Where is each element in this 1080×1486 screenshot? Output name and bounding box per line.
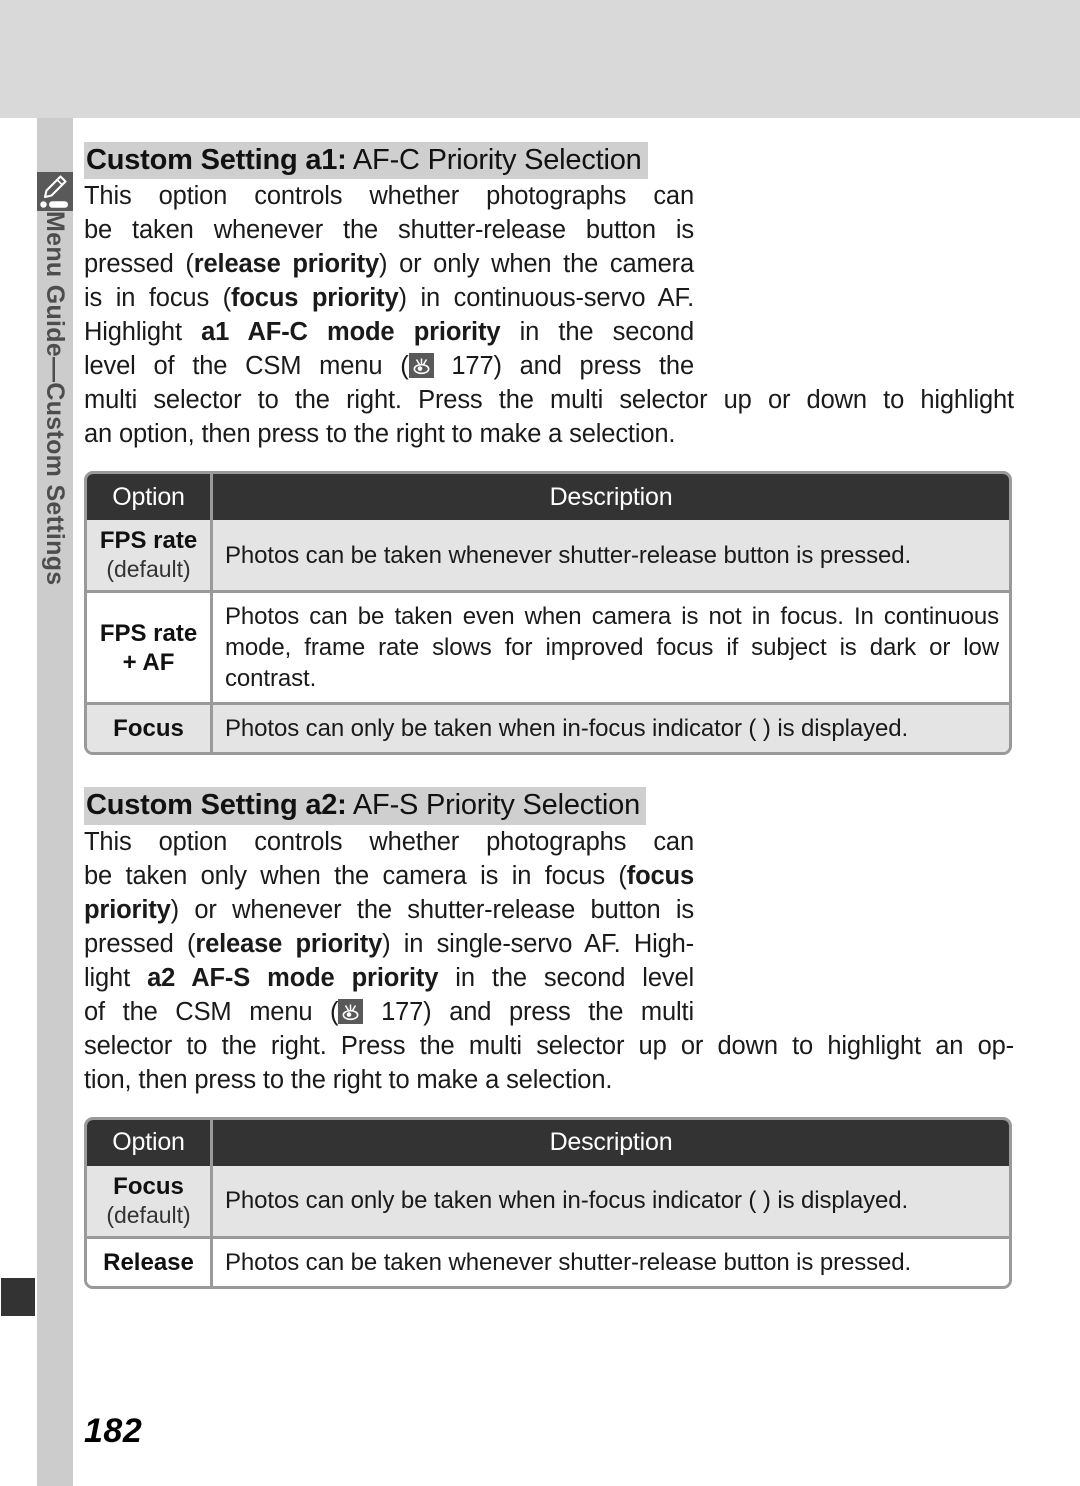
paragraph-line: tion, then press to the right to make a …	[84, 1065, 613, 1094]
table-row: Focus (default) Photos can only be taken …	[87, 1165, 1009, 1236]
options-table-a1-wrap: Option Description FPS rate (default) Pho…	[84, 471, 1014, 756]
paragraph-line: multi selector to the right. Press the m…	[84, 386, 1014, 415]
paragraph-line: of the CSM menu ( 177) and press the mul…	[84, 997, 694, 1026]
paragraph-a2: This option controls whether photographs…	[84, 825, 1014, 1097]
paragraph-line: pressed (release priority) or only when …	[84, 250, 695, 279]
options-table-a1: Option Description FPS rate (default) Pho…	[84, 471, 1012, 756]
paragraph-line: This option controls whether photographs…	[84, 827, 694, 856]
paragraph-a1: This option controls whether photographs…	[84, 179, 1014, 451]
paragraph-line: pressed (release priority) in single-ser…	[84, 929, 695, 958]
description-cell: Photos can be taken whenever shutter-rel…	[213, 520, 1009, 591]
page-top-band	[0, 0, 1080, 118]
table-header-row: Option Description	[87, 474, 1009, 521]
paragraph-line: Highlight a1 AF-C mode priority in the s…	[84, 318, 695, 347]
section-heading-a2: Custom Setting a2: AF-S Priority Selecti…	[84, 787, 647, 825]
option-cell: Focus	[87, 702, 213, 753]
paragraph-line: light a2 AF-S mode priority in the secon…	[84, 963, 694, 992]
table-row: FPS rate + AF Photos can be taken even wh…	[87, 590, 1009, 703]
description-cell: Photos can be taken even when camera is …	[213, 590, 1009, 703]
option-label: FPS rate	[99, 527, 198, 555]
description-cell: Photos can only be taken when in-focus i…	[213, 1165, 1009, 1236]
description-cell: Photos can be taken whenever shutter-rel…	[213, 1235, 1009, 1286]
page-reference-eye-icon	[338, 998, 364, 1024]
section-tab: Menu Guide—Custom Settings	[37, 211, 73, 611]
option-cell: FPS rate + AF	[87, 590, 213, 703]
option-label: Focus	[113, 715, 184, 743]
paragraph-line: selector to the right. Press the multi s…	[84, 1031, 1014, 1060]
table-row: Release Photos can be taken whenever shu…	[87, 1235, 1009, 1286]
page-reference-eye-icon	[408, 353, 434, 379]
option-label: Focus	[113, 1172, 184, 1200]
heading-rest-a2: AF-S Priority Selection	[346, 789, 641, 822]
section-heading-a1: Custom Setting a1: AF-C Priority Selecti…	[84, 142, 648, 180]
paragraph-line: be taken only when the camera is in focu…	[84, 861, 694, 890]
option-label: Release	[103, 1248, 194, 1276]
option-default-note: (default)	[106, 1201, 191, 1228]
option-label: FPS rate	[99, 619, 198, 647]
options-table-a2: Option Description Focus (default) Photos…	[84, 1116, 1012, 1289]
page-number: 182	[84, 1412, 143, 1450]
table-row: FPS rate (default) Photos can be taken wh…	[87, 520, 1009, 591]
option-label-second-line: + AF	[122, 648, 175, 676]
column-header-description: Description	[213, 474, 1009, 521]
option-default-note: (default)	[106, 556, 191, 583]
options-table-a2-wrap: Option Description Focus (default) Photos…	[84, 1116, 1014, 1289]
paragraph-line: be taken whenever the shutter-release bu…	[84, 216, 694, 245]
option-cell: Focus (default)	[87, 1165, 213, 1236]
paragraph-line: an option, then press to the right to ma…	[84, 420, 676, 449]
heading-rest-a1: AF-C Priority Selection	[346, 144, 642, 176]
table-header-row: Option Description	[87, 1119, 1009, 1166]
paragraph-line: is in focus (focus priority) in continuo…	[84, 284, 695, 313]
heading-bold-a2: Custom Setting a2:	[86, 789, 347, 822]
column-header-option: Option	[87, 1119, 213, 1166]
paragraph-line: priority) or whenever the shutter-releas…	[84, 895, 694, 924]
option-cell: Release	[87, 1235, 213, 1286]
page-content: Custom Setting a1: AF-C Priority Selecti…	[84, 118, 1014, 1289]
option-cell: FPS rate (default)	[87, 520, 213, 591]
paragraph-line: This option controls whether photographs…	[84, 182, 694, 211]
column-header-option: Option	[87, 474, 213, 521]
heading-bold-a1: Custom Setting a1:	[86, 144, 347, 176]
description-cell: Photos can only be taken when in-focus i…	[213, 702, 1009, 753]
section-tab-label: Menu Guide—Custom Settings	[41, 211, 69, 586]
column-header-description: Description	[213, 1119, 1009, 1166]
paragraph-line: level of the CSM menu ( 177) and press t…	[84, 352, 694, 381]
page-edge-marker	[1, 1278, 35, 1316]
pencil-icon	[37, 172, 73, 211]
table-row: Focus Photos can only be taken when in-f…	[87, 702, 1009, 753]
